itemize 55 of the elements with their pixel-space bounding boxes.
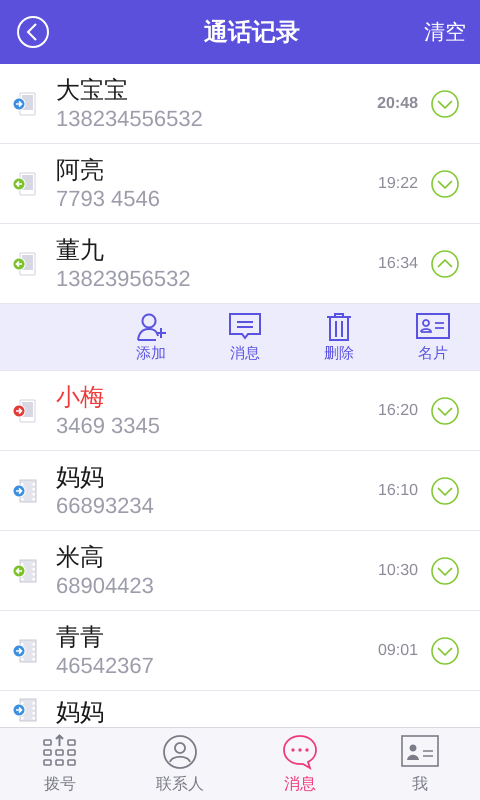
- call-row[interactable]: 青青 46542367 09:01: [0, 611, 480, 691]
- call-row[interactable]: 董九 13823956532 16:34: [0, 224, 480, 304]
- add-person-icon: [134, 312, 168, 342]
- card-action-button[interactable]: 名片: [408, 304, 458, 370]
- call-time: 16:34: [378, 254, 418, 272]
- contact-name: 阿亮: [56, 154, 105, 184]
- call-time: 20:48: [377, 94, 418, 112]
- call-time: 10:30: [378, 562, 418, 580]
- phone-number: 138234556532: [56, 104, 204, 132]
- expand-button[interactable]: [430, 88, 460, 118]
- expand-button[interactable]: [430, 636, 460, 666]
- add-action-button[interactable]: 添加: [126, 304, 176, 370]
- phone-number: 3469 3345: [56, 412, 161, 440]
- expand-button[interactable]: [430, 168, 460, 198]
- call-row[interactable]: 妈妈 66893234 16:10: [0, 451, 480, 531]
- phone-number: 13823956532: [56, 264, 192, 292]
- phone-number: 7793 4546: [56, 184, 161, 212]
- call-row[interactable]: 妈妈: [0, 691, 480, 727]
- contact-name: 青青: [56, 622, 105, 652]
- call-time: 09:01: [378, 642, 418, 660]
- contact-card-icon: [400, 734, 440, 770]
- phone-number: 46542367: [56, 652, 155, 680]
- tab[interactable]: 我: [360, 728, 480, 800]
- expand-button[interactable]: [430, 556, 460, 586]
- back-icon: [16, 15, 50, 49]
- call-row[interactable]: 小梅 3469 3345 16:20: [0, 371, 480, 451]
- message-icon: [228, 312, 262, 342]
- tab[interactable]: 拨号: [0, 728, 120, 800]
- contact-name: 妈妈: [56, 462, 105, 492]
- expand-button[interactable]: [430, 396, 460, 426]
- contact-name: 妈妈: [56, 697, 105, 727]
- message-action-button[interactable]: 消息: [220, 304, 270, 370]
- contact-card-icon: [416, 312, 450, 342]
- call-time: 16:10: [378, 482, 418, 500]
- back-button[interactable]: [16, 15, 50, 49]
- collapse-button[interactable]: [430, 248, 460, 278]
- person-icon: [160, 734, 200, 770]
- contact-name: 大宝宝: [56, 74, 129, 104]
- tab[interactable]: 联系人: [120, 728, 240, 800]
- tab[interactable]: 消息: [240, 728, 360, 800]
- clear-button[interactable]: 清空: [424, 18, 466, 46]
- call-row[interactable]: 阿亮 7793 4546 19:22: [0, 144, 480, 224]
- phone-number: 66893234: [56, 492, 155, 520]
- call-time: 16:20: [378, 402, 418, 420]
- delete-action-button[interactable]: 删除: [314, 304, 364, 370]
- call-row[interactable]: 米高 68904423 10:30: [0, 531, 480, 611]
- contact-name: 小梅: [56, 382, 105, 412]
- contact-name: 董九: [56, 234, 105, 264]
- phone-number: 68904423: [56, 572, 155, 600]
- contact-name: 米高: [56, 542, 105, 572]
- expand-button[interactable]: [430, 476, 460, 506]
- page-title: 通话记录: [204, 17, 300, 48]
- call-time: 19:22: [378, 174, 418, 192]
- call-row[interactable]: 大宝宝 138234556532 20:48: [0, 64, 480, 144]
- chat-bubble-icon: [280, 734, 320, 770]
